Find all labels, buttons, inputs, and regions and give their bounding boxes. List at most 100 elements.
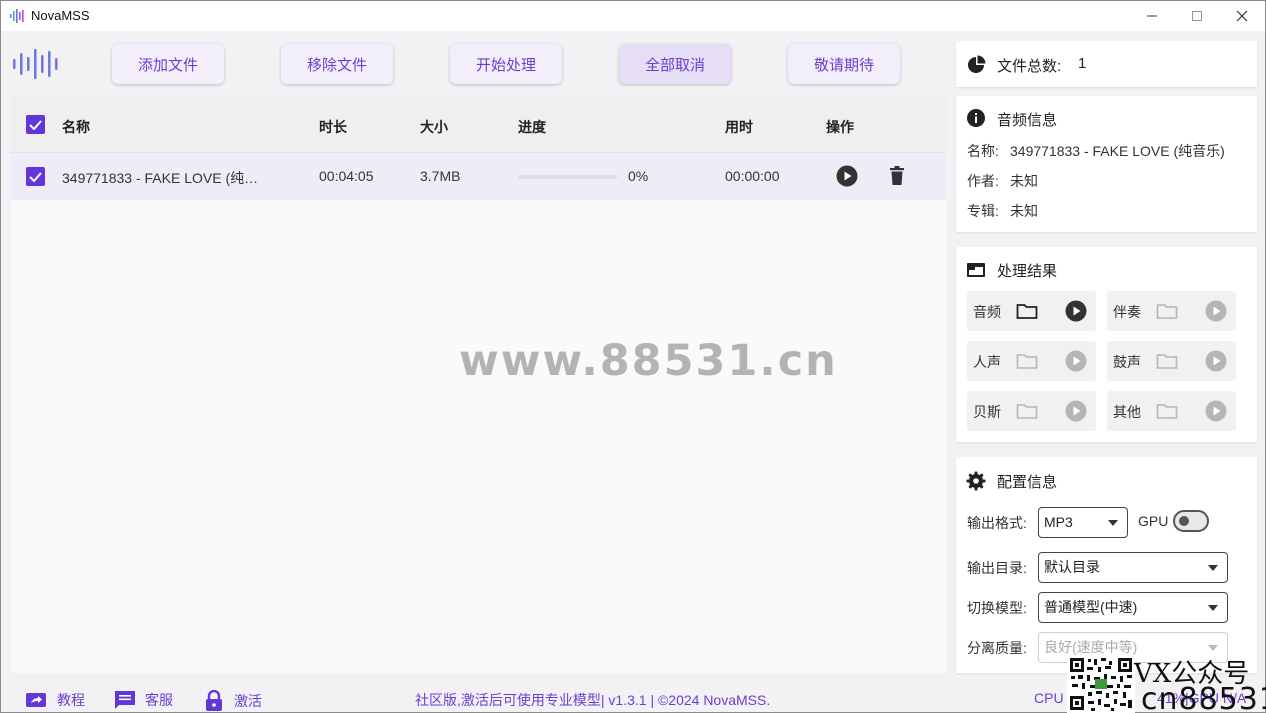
table-row[interactable]: 349771833 - FAKE LOVE (纯… 00:04:05 3.7MB… [11, 153, 946, 200]
audio-album-label: 专辑: [967, 203, 999, 219]
col-header-actions: 操作 [826, 119, 854, 135]
output-dir-value: 默认目录 [1044, 559, 1100, 575]
row-size: 3.7MB [420, 168, 461, 184]
pie-chart-icon [968, 55, 986, 73]
minimize-icon [1147, 15, 1157, 17]
audio-info-panel: 音频信息 名称: 349771833 - FAKE LOVE (纯音乐) 作者:… [956, 96, 1257, 232]
output-dir-label: 输出目录: [967, 560, 1027, 576]
model-select[interactable]: 普通模型(中速) [1038, 592, 1228, 623]
gear-icon [966, 471, 986, 491]
start-processing-button[interactable]: 开始处理 [450, 44, 562, 84]
folder-icon[interactable] [1156, 301, 1178, 321]
model-label: 切换模型: [967, 600, 1027, 616]
play-icon[interactable] [1205, 300, 1227, 322]
app-logo-icon [13, 49, 58, 79]
window-icon [967, 263, 985, 277]
audio-info-title: 音频信息 [997, 112, 1058, 129]
row-elapsed: 00:00:00 [725, 168, 780, 184]
window-title: NovaMSS [31, 8, 90, 23]
row-progress-text: 0% [628, 168, 649, 184]
add-file-button[interactable]: 添加文件 [112, 44, 224, 84]
result-accompaniment: 伴奏 [1107, 291, 1236, 331]
folder-icon[interactable] [1016, 351, 1038, 371]
quality-label: 分离质量: [967, 640, 1027, 656]
folder-icon[interactable] [1016, 301, 1038, 321]
watermark-text: www.88531.cn [459, 336, 838, 386]
audio-name-value: 349771833 - FAKE LOVE (纯音乐) [1010, 143, 1225, 159]
delete-icon[interactable] [886, 165, 908, 187]
model-value: 普通模型(中速) [1044, 599, 1138, 615]
close-icon [1236, 10, 1248, 22]
folder-icon[interactable] [1016, 401, 1038, 421]
cpu-label: CPU [1034, 690, 1064, 706]
format-label: 输出格式: [967, 515, 1027, 531]
info-icon [967, 109, 985, 127]
check-icon [29, 119, 42, 130]
format-select[interactable]: MP3 [1038, 507, 1128, 538]
result-other: 其他 [1107, 391, 1236, 431]
folder-icon[interactable] [1156, 401, 1178, 421]
audio-author-label: 作者: [967, 173, 999, 189]
activate-link[interactable]: 激活 [204, 690, 262, 712]
support-link[interactable]: 客服 [114, 690, 173, 710]
result-bass: 贝斯 [967, 391, 1096, 431]
result-label: 鼓声 [1113, 354, 1141, 370]
col-header-size: 大小 [420, 119, 448, 135]
results-title: 处理结果 [997, 263, 1058, 280]
result-label: 人声 [973, 354, 1001, 370]
gpu-label: GPU [1138, 513, 1169, 529]
table-header: 名称 时长 大小 进度 用时 操作 [11, 96, 946, 153]
coming-soon-button[interactable]: 敬请期待 [788, 44, 900, 84]
result-vocals: 人声 [967, 341, 1096, 381]
col-header-progress: 进度 [518, 119, 546, 135]
chat-icon [115, 691, 135, 709]
title-bar: NovaMSS [1, 1, 1265, 31]
file-count-value: 1 [1078, 55, 1087, 72]
tutorial-label: 教程 [57, 692, 85, 708]
folder-icon[interactable] [1156, 351, 1178, 371]
overlay-cn-text: cn88531 [1141, 682, 1266, 713]
tutorial-link[interactable]: 教程 [25, 690, 85, 710]
config-title: 配置信息 [997, 474, 1058, 491]
lock-icon [206, 690, 222, 711]
result-label: 伴奏 [1113, 304, 1141, 320]
format-select-value: MP3 [1044, 514, 1073, 530]
file-count-panel: 文件总数: 1 [956, 41, 1257, 87]
gpu-toggle[interactable] [1173, 510, 1209, 532]
support-label: 客服 [145, 692, 173, 708]
row-duration: 00:04:05 [319, 168, 374, 184]
tutorial-icon [26, 693, 46, 707]
select-all-checkbox[interactable] [26, 115, 45, 134]
activate-label: 激活 [234, 693, 262, 709]
result-audio: 音频 [967, 291, 1096, 331]
quality-value: 良好(速度中等) [1044, 639, 1138, 655]
version-info: 社区版,激活后可使用专业模型| v1.3.1 | ©2024 NovaMSS. [415, 692, 771, 708]
maximize-icon [1192, 11, 1202, 21]
result-label: 其他 [1113, 404, 1141, 420]
close-button[interactable] [1219, 1, 1265, 31]
play-icon[interactable] [836, 165, 858, 187]
play-icon[interactable] [1065, 350, 1087, 372]
output-dir-select[interactable]: 默认目录 [1038, 552, 1228, 583]
remove-file-button[interactable]: 移除文件 [281, 44, 393, 84]
cancel-all-button[interactable]: 全部取消 [619, 44, 731, 84]
audio-name-label: 名称: [967, 143, 999, 159]
play-icon[interactable] [1065, 300, 1087, 322]
col-header-duration: 时长 [319, 119, 347, 135]
row-checkbox[interactable] [26, 167, 45, 186]
col-header-name: 名称 [62, 119, 90, 135]
config-panel: 配置信息 输出格式: MP3 GPU 输出目录: 默认目录 切换模型: 普通模型… [956, 457, 1257, 673]
play-icon[interactable] [1205, 400, 1227, 422]
minimize-button[interactable] [1129, 1, 1175, 31]
qr-code-image [1067, 655, 1135, 713]
audio-author-value: 未知 [1010, 173, 1038, 189]
play-icon[interactable] [1065, 400, 1087, 422]
chevron-down-icon [1108, 520, 1118, 526]
toggle-knob [1179, 516, 1189, 526]
audio-album-value: 未知 [1010, 203, 1038, 219]
results-panel: 处理结果 音频 伴奏 人声 鼓声 贝斯 其他 [956, 247, 1257, 442]
maximize-button[interactable] [1174, 1, 1220, 31]
chevron-down-icon [1208, 645, 1218, 651]
play-icon[interactable] [1205, 350, 1227, 372]
result-label: 音频 [973, 304, 1001, 320]
